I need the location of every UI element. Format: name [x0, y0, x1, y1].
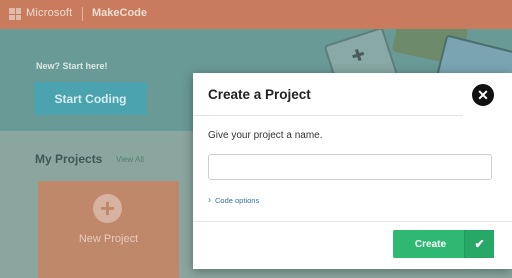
- plus-icon: +: [93, 194, 122, 223]
- checkmark-icon: ✔: [464, 230, 494, 258]
- top-bar: Microsoft MakeCode: [0, 0, 512, 29]
- close-icon[interactable]: ✕: [472, 84, 494, 106]
- name-prompt: Give your project a name.: [208, 130, 323, 141]
- makecode-brand[interactable]: MakeCode: [92, 7, 147, 19]
- new-start-label: New? Start here!: [36, 61, 108, 71]
- my-projects-heading: My Projects: [35, 152, 103, 166]
- code-options-label: Code options: [215, 195, 260, 205]
- code-options-toggle[interactable]: › Code options: [208, 195, 259, 205]
- project-name-input[interactable]: [208, 154, 492, 180]
- microsoft-brand: Microsoft: [26, 7, 73, 19]
- microsoft-logo-icon: [9, 8, 21, 20]
- footer-divider: [193, 221, 512, 222]
- view-all-link[interactable]: View All: [116, 155, 144, 164]
- create-button[interactable]: Create ✔: [393, 230, 494, 258]
- chevron-right-icon: ›: [208, 194, 211, 205]
- header-divider: [193, 115, 463, 116]
- create-project-dialog: Create a Project ✕ Give your project a n…: [193, 73, 512, 269]
- create-label: Create: [414, 238, 447, 250]
- new-project-card[interactable]: + New Project: [38, 181, 179, 278]
- new-project-label: New Project: [78, 233, 139, 245]
- start-coding-button[interactable]: Start Coding: [34, 82, 147, 115]
- brand-divider: [82, 7, 83, 21]
- dialog-title: Create a Project: [208, 87, 311, 102]
